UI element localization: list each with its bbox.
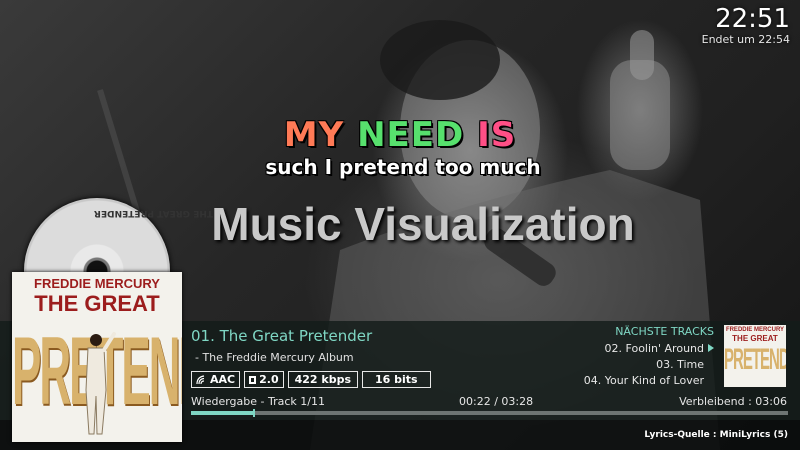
lyrics-display: MY NEED IS such I pretend too much bbox=[0, 116, 800, 180]
bitrate-badge: 422 kbps bbox=[287, 371, 359, 388]
thumb-big-word: PRETENDER bbox=[724, 343, 786, 377]
progress-knob[interactable] bbox=[253, 409, 256, 417]
clock: 22:51 Endet um 22:54 bbox=[702, 4, 790, 46]
lyrics-word: MY bbox=[283, 115, 345, 155]
thumb-title: THE GREAT bbox=[732, 334, 778, 343]
album-name: - The Freddie Mercury Album bbox=[195, 351, 354, 364]
audio-wave-icon bbox=[196, 374, 205, 384]
bitdepth-badge: 16 bits bbox=[362, 371, 431, 388]
thumb-artist: FREDDIE MERCURY bbox=[725, 327, 785, 333]
codec-badge: AAC bbox=[191, 371, 241, 388]
progress-fill bbox=[191, 411, 255, 415]
next-track-label: 04. Your Kind of Lover bbox=[583, 374, 704, 387]
clock-time: 22:51 bbox=[715, 4, 790, 34]
track-title: 01. The Great Pretender bbox=[191, 327, 373, 345]
next-tracks-list: 02. Foolin' Around 03. Time 04. Your Kin… bbox=[584, 341, 714, 389]
end-time: Endet um 22:54 bbox=[701, 33, 790, 46]
play-icon bbox=[708, 344, 714, 352]
channels-badge: 2.0 bbox=[244, 371, 284, 388]
audio-info-badges: AAC 2.0 422 kbps 16 bits bbox=[191, 371, 431, 388]
remaining-time: Verbleibend : 03:06 bbox=[679, 395, 787, 408]
lyrics-word: NEED bbox=[357, 115, 465, 155]
speaker-icon bbox=[249, 375, 257, 384]
cover-artist: FREDDIE MERCURY bbox=[34, 276, 160, 291]
bitdepth-label: 16 bits bbox=[375, 373, 418, 386]
lyrics-line-next: such I pretend too much bbox=[265, 155, 541, 179]
next-track-item[interactable]: 02. Foolin' Around bbox=[584, 341, 714, 357]
bitrate-label: 422 kbps bbox=[294, 373, 352, 386]
lyrics-word: IS bbox=[477, 115, 517, 155]
visualization-title: Music Visualization bbox=[211, 198, 635, 250]
cover-figure bbox=[85, 332, 116, 435]
playback-info: Wiedergabe - Track 1/11 bbox=[191, 395, 325, 408]
lyrics-source: Lyrics-Quelle : MiniLyrics (5) bbox=[644, 430, 788, 440]
progress-bar[interactable] bbox=[191, 409, 788, 417]
next-track-item[interactable]: 04. Your Kind of Lover bbox=[584, 373, 704, 389]
next-track-label: 02. Foolin' Around bbox=[604, 342, 704, 355]
next-track-item[interactable]: 03. Time bbox=[584, 357, 704, 373]
next-track-thumbnail: FREDDIE MERCURY THE GREAT PRETENDER bbox=[724, 325, 786, 387]
next-tracks-heading: NÄCHSTE TRACKS bbox=[615, 325, 714, 338]
elapsed-time: 00:22 / 03:28 bbox=[459, 395, 534, 408]
next-track-label: 03. Time bbox=[656, 358, 704, 371]
album-cover: FREDDIE MERCURY THE GREAT PRETENDER bbox=[12, 272, 182, 442]
lyrics-line-current: MY NEED IS bbox=[0, 116, 800, 154]
codec-label: AAC bbox=[210, 373, 236, 386]
channels-label: 2.0 bbox=[259, 373, 279, 386]
cover-title: THE GREAT bbox=[34, 291, 160, 316]
